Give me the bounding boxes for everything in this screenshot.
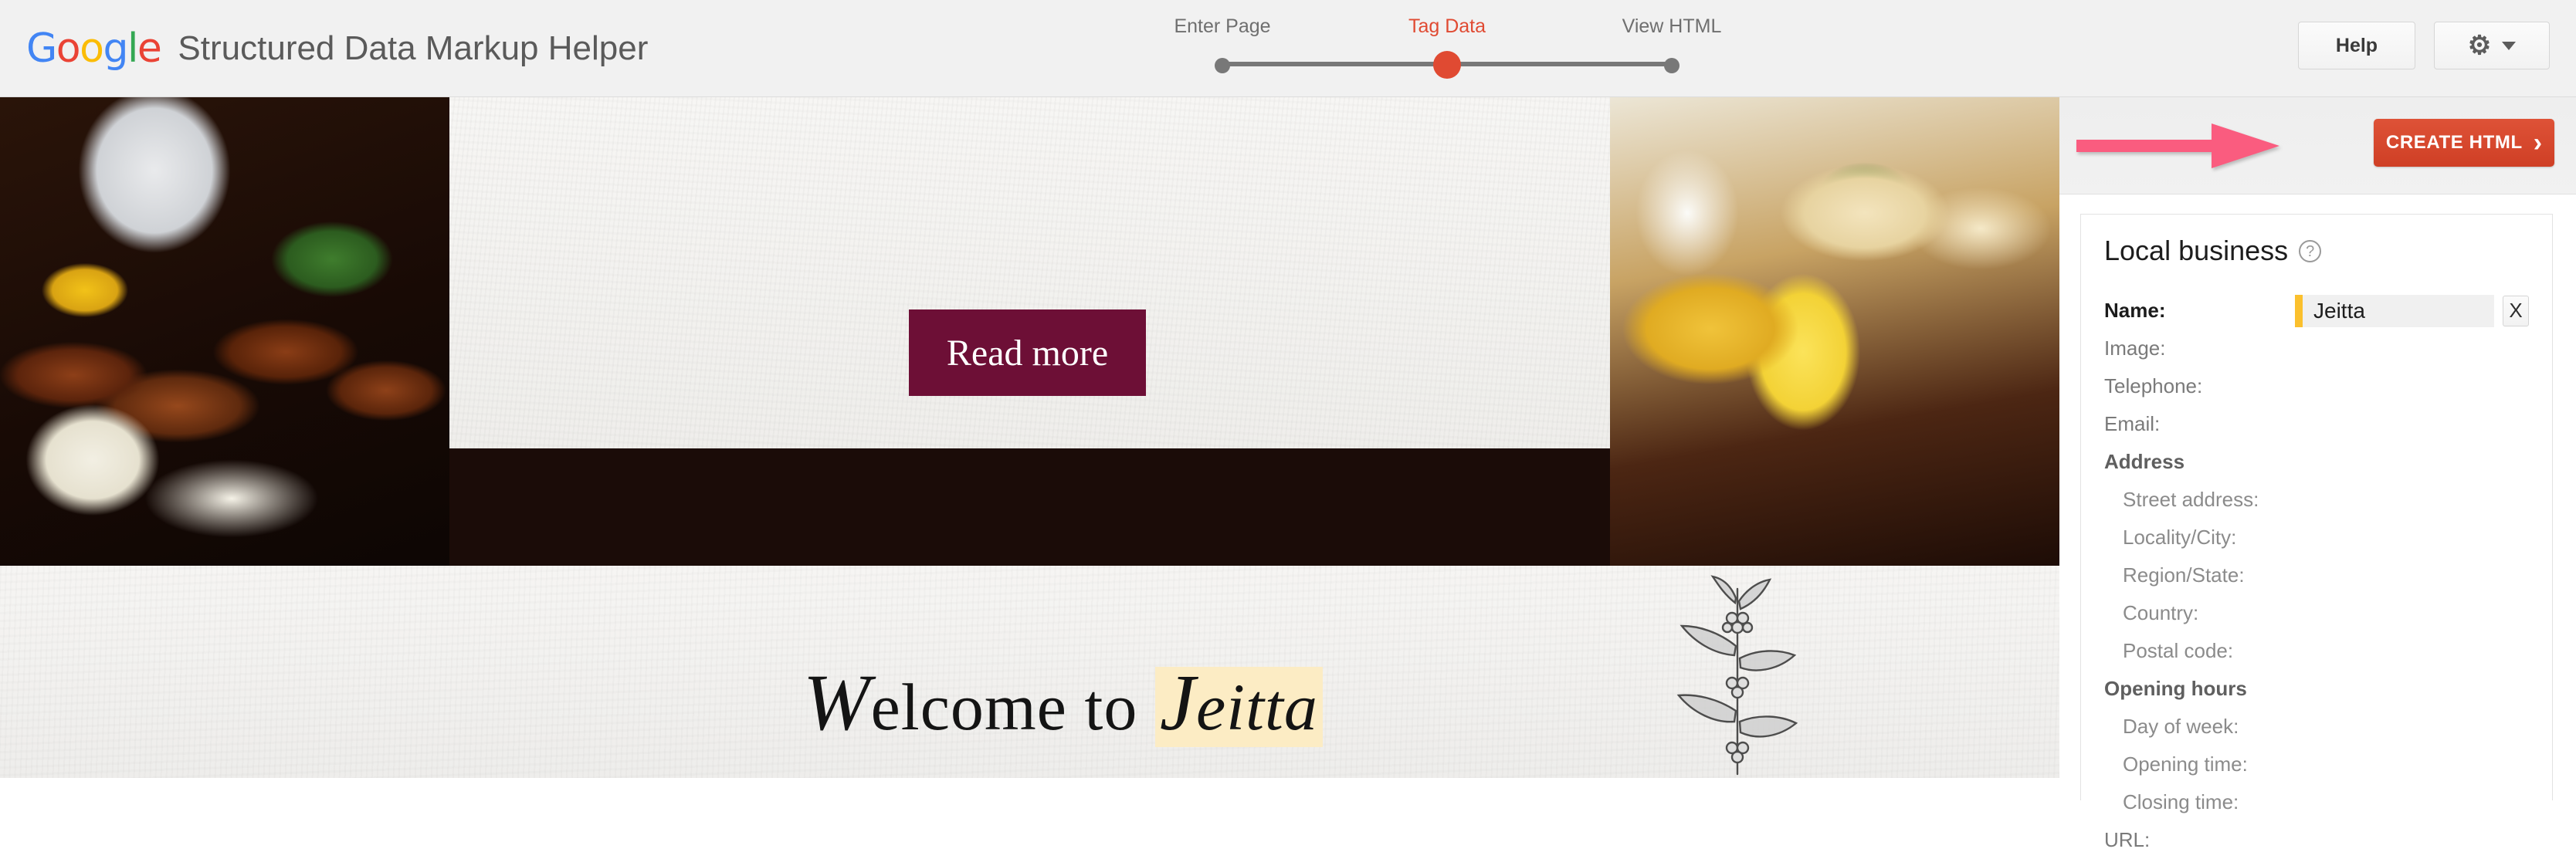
property-label: Name: [2104,299,2166,322]
brand-block: Google Structured Data Markup Helper [26,29,648,69]
welcome-section: Welcome to Jeitta [0,566,2059,778]
sidebar-toolbar: CREATE HTML › [2059,97,2576,194]
gear-icon: ⚙ [2467,31,2492,60]
step-label-row: Enter Page Tag Data View HTML [1174,15,1721,46]
welcome-initial: W [803,658,871,747]
create-html-label: CREATE HTML [2385,132,2523,153]
create-html-button[interactable]: CREATE HTML › [2374,119,2554,167]
pink-annotation-arrow-icon [2076,123,2279,168]
settings-button[interactable]: ⚙ [2434,22,2550,69]
property-label: URL: [2104,828,2151,851]
property-row-day-of-week[interactable]: Day of week: [2104,708,2529,746]
property-label: Postal code: [2123,639,2234,662]
logo-letter-l: l [127,25,138,72]
google-logo: Google [26,29,162,69]
logo-letter-o2: o [80,25,104,72]
step-dot-enter-page[interactable] [1215,58,1230,73]
property-row-email[interactable]: Email: [2104,405,2529,443]
property-label: Email: [2104,412,2161,435]
header-actions: Help ⚙ [2298,22,2550,69]
logo-letter-g2: g [103,25,128,72]
property-label: Opening hours [2104,677,2247,700]
property-row-image[interactable]: Image: [2104,330,2529,367]
property-value-text: Jeitta [2313,298,2365,323]
property-row-opening-hours[interactable]: Opening hours [2104,670,2529,708]
logo-letter-o1: o [56,25,81,72]
property-row-localitycity[interactable]: Locality/City: [2104,519,2529,556]
property-label: Country: [2123,601,2199,624]
logo-letter-g1: G [26,25,57,72]
help-circle-icon[interactable]: ? [2299,239,2322,262]
property-label: Street address: [2123,488,2259,511]
step-dot-view-html[interactable] [1664,58,1679,73]
property-value-group: Jeitta X [2295,294,2529,327]
property-label: Region/State: [2123,563,2245,587]
read-more-button[interactable]: Read more [909,309,1146,396]
property-label: Closing time: [2123,790,2239,813]
property-row-url[interactable]: URL: [2104,821,2529,859]
property-row-country[interactable]: Country: [2104,594,2529,632]
step-label-enter-page[interactable]: Enter Page [1174,15,1270,38]
property-row-telephone[interactable]: Telephone: [2104,367,2529,405]
progress-stepper: Enter Page Tag Data View HTML [1174,15,1721,82]
entity-property-card: Local business ? Name: Jeitta X Image: Telep… [2080,214,2553,851]
property-row-name[interactable]: Name: Jeitta X [2104,292,2529,330]
property-row-regionstate[interactable]: Region/State: [2104,556,2529,594]
app-header: Google Structured Data Markup Helper Ent… [0,0,2576,97]
chevron-right-icon: › [2533,128,2543,157]
logo-letter-e: e [137,25,162,72]
remove-property-button[interactable]: X [2503,295,2529,326]
chevron-down-icon [2502,41,2517,50]
step-label-tag-data[interactable]: Tag Data [1408,15,1486,38]
welcome-heading: Welcome to Jeitta [803,657,1323,749]
workspace: Read more Welcome to Jeitta CREATE HTML … [0,97,2576,851]
entity-header: Local business ? [2104,235,2529,267]
property-row-address[interactable]: Address [2104,443,2529,481]
hero-image-strip: Read more [0,97,2059,566]
business-name-rest: eitta [1196,670,1318,744]
property-label: Locality/City: [2123,526,2237,549]
property-label: Opening time: [2123,752,2248,776]
tagged-business-name-highlight[interactable]: Jeitta [1154,658,1323,747]
welcome-prefix-text: elcome to [870,670,1155,744]
step-label-view-html[interactable]: View HTML [1622,15,1722,38]
mezze-platter-photo [1610,97,2059,566]
app-title: Structured Data Markup Helper [178,29,649,67]
property-list: Name: Jeitta X Image: Telephone: Email: Addres… [2104,292,2529,859]
property-value-box[interactable]: Jeitta [2295,294,2494,327]
page-preview-pane[interactable]: Read more Welcome to Jeitta [0,97,2059,778]
botanical-sketch-illustration [1676,575,1798,776]
property-row-postal-code[interactable]: Postal code: [2104,632,2529,670]
property-label: Address [2104,450,2185,473]
tagging-sidebar: CREATE HTML › Local business ? Name: Jeit… [2059,97,2576,851]
kibbeh-plate-photo [0,97,449,566]
property-row-street-address[interactable]: Street address: [2104,481,2529,519]
business-name-initial: J [1159,658,1197,747]
property-label: Day of week: [2123,715,2239,738]
property-label: Image: [2104,336,2166,360]
property-row-closing-time[interactable]: Closing time: [2104,783,2529,821]
step-dot-tag-data[interactable] [1433,51,1461,79]
help-button[interactable]: Help [2298,22,2415,69]
property-label: Telephone: [2104,374,2203,397]
entity-type-title: Local business [2104,235,2289,266]
step-track [1207,51,1687,79]
